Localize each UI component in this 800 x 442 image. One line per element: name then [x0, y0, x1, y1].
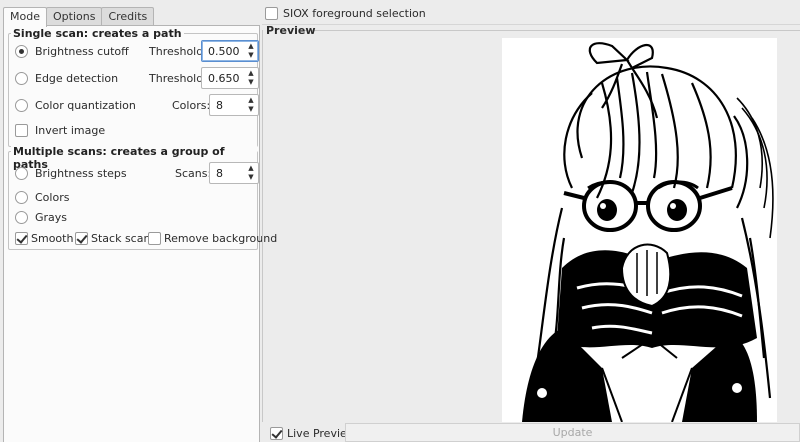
tab-mode[interactable]: Mode	[3, 7, 47, 27]
brightness-steps-label: Brightness steps	[35, 167, 127, 180]
colors-count-label: Colors:	[172, 99, 211, 112]
colors-count-spinner[interactable]: ▲▼	[209, 94, 259, 116]
mode-panel: Single scan: creates a path Brightness c…	[3, 25, 277, 442]
siox-checkbox[interactable]	[265, 7, 278, 20]
colors-row: Colors	[9, 187, 257, 209]
color-quantization-radio[interactable]	[15, 99, 28, 112]
spin-down-icon[interactable]: ▼	[245, 78, 257, 87]
scans-count-spinner[interactable]: ▲▼	[209, 162, 259, 184]
colors-label: Colors	[35, 191, 70, 204]
grays-row: Grays	[9, 207, 257, 229]
scans-count-label: Scans:	[175, 167, 212, 180]
traced-illustration	[502, 38, 777, 422]
colors-radio[interactable]	[15, 191, 28, 204]
tab-credits[interactable]: Credits	[101, 7, 155, 26]
preview-image	[502, 38, 777, 422]
grays-radio[interactable]	[15, 211, 28, 224]
single-scan-title: Single scan: creates a path	[11, 27, 184, 40]
edge-detection-radio[interactable]	[15, 72, 28, 85]
edge-threshold-spinner[interactable]: ▲▼	[201, 67, 259, 89]
brightness-cutoff-row: Brightness cutoff Threshold: ▲▼	[9, 40, 259, 63]
color-quantization-row: Color quantization Colors: ▲▼	[9, 94, 259, 117]
live-preview-checkbox[interactable]	[270, 427, 283, 440]
spin-up-icon[interactable]: ▲	[245, 164, 257, 173]
tab-bar: Mode Options Credits	[3, 7, 155, 27]
multiple-scans-frame: Multiple scans: creates a group of paths…	[8, 145, 277, 250]
spin-down-icon[interactable]: ▼	[245, 173, 257, 182]
spin-up-icon[interactable]: ▲	[245, 69, 257, 78]
spin-down-icon[interactable]: ▼	[245, 51, 257, 60]
edge-detection-row: Edge detection Threshold: ▲▼	[9, 67, 259, 90]
brightness-cutoff-radio[interactable]	[15, 45, 28, 58]
smooth-checkbox[interactable]	[15, 232, 28, 245]
multi-options-row: Smooth Stack scans Remove background	[9, 228, 277, 250]
preview-frame-border	[262, 30, 263, 422]
invert-image-row: Invert image	[9, 120, 257, 142]
brightness-steps-row: Brightness steps Scans: ▲▼	[9, 162, 259, 185]
brightness-threshold-label: Threshold:	[149, 45, 207, 58]
update-button[interactable]: Update	[345, 423, 800, 442]
tab-options[interactable]: Options	[45, 7, 103, 26]
invert-image-checkbox[interactable]	[15, 124, 28, 137]
top-separator	[262, 24, 800, 25]
brightness-threshold-spinner[interactable]: ▲▼	[201, 40, 259, 62]
single-scan-frame: Single scan: creates a path Brightness c…	[8, 27, 259, 147]
smooth-label: Smooth	[31, 232, 74, 245]
edge-threshold-input[interactable]	[202, 68, 246, 88]
grays-label: Grays	[35, 211, 68, 224]
spin-down-icon[interactable]: ▼	[245, 105, 257, 114]
remove-background-label: Remove background	[164, 232, 278, 245]
brightness-threshold-input[interactable]	[202, 41, 246, 61]
scans-count-input[interactable]	[210, 163, 246, 183]
colors-count-input[interactable]	[210, 95, 246, 115]
stack-scans-label: Stack scans	[91, 232, 157, 245]
preview-frame-line	[305, 30, 800, 31]
preview-title: Preview	[266, 24, 316, 37]
spin-up-icon[interactable]: ▲	[245, 96, 257, 105]
edge-detection-label: Edge detection	[35, 72, 119, 85]
invert-image-label: Invert image	[35, 124, 106, 137]
color-quantization-label: Color quantization	[35, 99, 136, 112]
spin-up-icon[interactable]: ▲	[245, 42, 257, 51]
siox-label: SIOX foreground selection	[283, 7, 426, 20]
brightness-cutoff-label: Brightness cutoff	[35, 45, 129, 58]
brightness-steps-radio[interactable]	[15, 167, 28, 180]
edge-threshold-label: Threshold:	[149, 72, 207, 85]
stack-scans-checkbox[interactable]	[75, 232, 88, 245]
remove-background-checkbox[interactable]	[148, 232, 161, 245]
